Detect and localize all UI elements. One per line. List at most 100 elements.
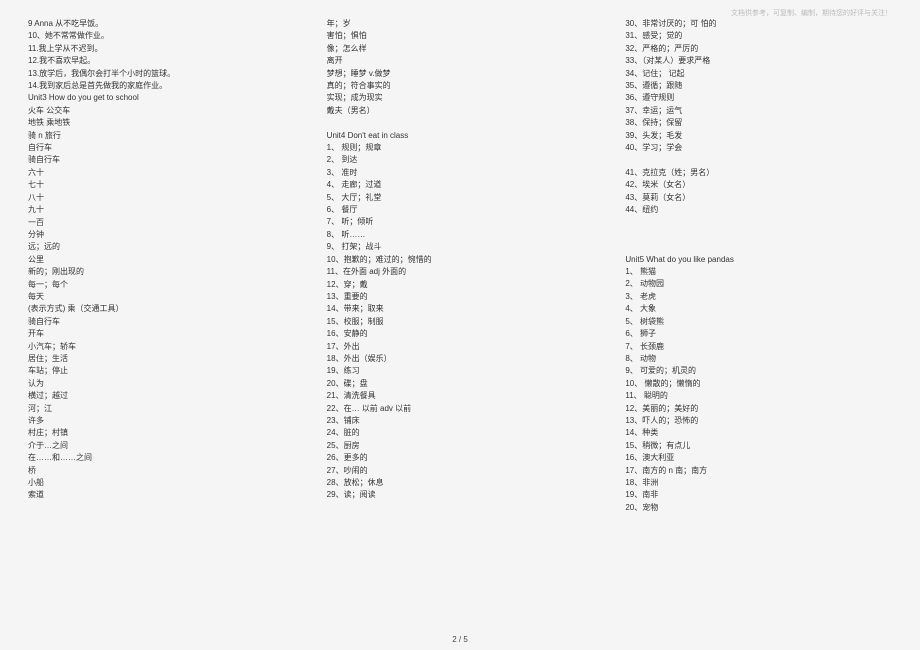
text-line: 开车 bbox=[28, 328, 295, 340]
text-line: 公里 bbox=[28, 254, 295, 266]
text-line: 七十 bbox=[28, 179, 295, 191]
text-line: 41、克拉克（姓；男名） bbox=[625, 167, 892, 179]
text-line: 8、 听…… bbox=[327, 229, 594, 241]
text-line: 5、 树袋熊 bbox=[625, 316, 892, 328]
text-line: 车站；停止 bbox=[28, 365, 295, 377]
text-line: 骑自行车 bbox=[28, 154, 295, 166]
text-line: 23、铺床 bbox=[327, 415, 594, 427]
text-line: 15、稍微；有点儿 bbox=[625, 440, 892, 452]
text-line: Unit5 What do you like pandas bbox=[625, 254, 892, 266]
text-line: 14.我到家后总是首先做我的家庭作业。 bbox=[28, 80, 295, 92]
text-line: 在……和……之间 bbox=[28, 452, 295, 464]
text-line: 34、记住； 记起 bbox=[625, 68, 892, 80]
text-line: 13、吓人的；恐怖的 bbox=[625, 415, 892, 427]
text-line: 17、外出 bbox=[327, 341, 594, 353]
text-line: 40、学习；学会 bbox=[625, 142, 892, 154]
text-line: 火车 公交车 bbox=[28, 105, 295, 117]
text-line: 20、宠物 bbox=[625, 502, 892, 514]
text-line: 2、 到达 bbox=[327, 154, 594, 166]
text-line: 12、美丽的；美好的 bbox=[625, 403, 892, 415]
text-line: 6、 狮子 bbox=[625, 328, 892, 340]
text-line: 每天 bbox=[28, 291, 295, 303]
text-line: 28、放松；休息 bbox=[327, 477, 594, 489]
text-line: 11.我上学从不迟到。 bbox=[28, 43, 295, 55]
text-line: 12.我不喜欢早起。 bbox=[28, 55, 295, 67]
text-line: 一百 bbox=[28, 217, 295, 229]
column-1: 9 Anna 从不吃早饭。10、她不常常做作业。11.我上学从不迟到。12.我不… bbox=[28, 18, 295, 618]
text-line: 戴夫（男名） bbox=[327, 105, 594, 117]
text-line: 12、穿；戴 bbox=[327, 279, 594, 291]
text-line: 37、幸运；运气 bbox=[625, 105, 892, 117]
text-line: 村庄；村镇 bbox=[28, 427, 295, 439]
text-line: Unit4 Don't eat in class bbox=[327, 130, 594, 142]
text-line: 29、读；阅读 bbox=[327, 489, 594, 501]
text-line: 13、重要的 bbox=[327, 291, 594, 303]
text-line: 骑自行车 bbox=[28, 316, 295, 328]
text-line: 19、练习 bbox=[327, 365, 594, 377]
text-line: 21、清洗餐具 bbox=[327, 390, 594, 402]
text-line: 43、莫莉（女名） bbox=[625, 192, 892, 204]
text-line: 4、 走廊；过道 bbox=[327, 179, 594, 191]
text-line: 害怕；惧怕 bbox=[327, 30, 594, 42]
header-note: 文档供参考，可复制、编制，期待您的好评与关注！ bbox=[731, 8, 892, 18]
text-line: 骑 n 旅行 bbox=[28, 130, 295, 142]
text-line: 九十 bbox=[28, 204, 295, 216]
text-line: 10、 懒散的；懒惰的 bbox=[625, 378, 892, 390]
text-line: 16、安静的 bbox=[327, 328, 594, 340]
text-line: 26、更多的 bbox=[327, 452, 594, 464]
text-line: 31、感受；觉的 bbox=[625, 30, 892, 42]
text-line: 22、在… 以前 adv 以前 bbox=[327, 403, 594, 415]
text-line: 许多 bbox=[28, 415, 295, 427]
text-line: 33、（对某人）要求严格 bbox=[625, 55, 892, 67]
text-line: Unit3 How do you get to school bbox=[28, 92, 295, 104]
text-line: 每一；每个 bbox=[28, 279, 295, 291]
text-line: 10、抱歉的；难过的；惋惜的 bbox=[327, 254, 594, 266]
text-line: 6、 餐厅 bbox=[327, 204, 594, 216]
text-line: 小船 bbox=[28, 477, 295, 489]
text-line: 14、种类 bbox=[625, 427, 892, 439]
text-line: 11、在外面 adj 外面的 bbox=[327, 266, 594, 278]
text-line: 25、厨房 bbox=[327, 440, 594, 452]
text-line: 24、脏的 bbox=[327, 427, 594, 439]
text-line: 9 Anna 从不吃早饭。 bbox=[28, 18, 295, 30]
text-line: 真的；符合事实的 bbox=[327, 80, 594, 92]
text-line: 介于…之间 bbox=[28, 440, 295, 452]
text-line: 1、 规则；规章 bbox=[327, 142, 594, 154]
text-line: 小汽车；轿车 bbox=[28, 341, 295, 353]
text-line: 14、带来；取来 bbox=[327, 303, 594, 315]
text-line: 20、碟；盘 bbox=[327, 378, 594, 390]
text-line: 六十 bbox=[28, 167, 295, 179]
text-line: 1、 熊猫 bbox=[625, 266, 892, 278]
text-line: 9、 打架；战斗 bbox=[327, 241, 594, 253]
text-line: 17、南方的 n 南；南方 bbox=[625, 465, 892, 477]
text-line: 认为 bbox=[28, 378, 295, 390]
text-line: 像；怎么样 bbox=[327, 43, 594, 55]
text-line: 39、头发；毛发 bbox=[625, 130, 892, 142]
text-line: 桥 bbox=[28, 465, 295, 477]
text-line: 离开 bbox=[327, 55, 594, 67]
text-line: 44、纽约 bbox=[625, 204, 892, 216]
text-line: 13.放学后，我偶尔会打半个小时的篮球。 bbox=[28, 68, 295, 80]
text-line: 横过；越过 bbox=[28, 390, 295, 402]
text-line: 10、她不常常做作业。 bbox=[28, 30, 295, 42]
text-line: 索道 bbox=[28, 489, 295, 501]
column-3: 30、非常讨厌的；可 怕的31、感受；觉的32、严格的；严厉的33、（对某人）要… bbox=[625, 18, 892, 618]
text-line: 19、南非 bbox=[625, 489, 892, 501]
text-line: 2、 动物园 bbox=[625, 278, 892, 290]
text-line: 35、遵循；跟随 bbox=[625, 80, 892, 92]
text-line: 16、澳大利亚 bbox=[625, 452, 892, 464]
text-line: 42、埃米（女名） bbox=[625, 179, 892, 191]
text-line: 居住；生活 bbox=[28, 353, 295, 365]
text-line: 八十 bbox=[28, 192, 295, 204]
page-number: 2 / 5 bbox=[0, 635, 920, 644]
text-line: 18、外出（娱乐） bbox=[327, 353, 594, 365]
text-line: 8、 动物 bbox=[625, 353, 892, 365]
text-line: 实现；成为现实 bbox=[327, 92, 594, 104]
column-2: 年；岁害怕；惧怕像；怎么样离开梦想；睡梦 v.做梦真的；符合事实的实现；成为现实… bbox=[327, 18, 594, 618]
text-line: 自行车 bbox=[28, 142, 295, 154]
text-line: 15、校服；制服 bbox=[327, 316, 594, 328]
text-line: 3、 准时 bbox=[327, 167, 594, 179]
text-line: 7、 长颈鹿 bbox=[625, 341, 892, 353]
text-line: 3、 老虎 bbox=[625, 291, 892, 303]
text-line: 新的；刚出现的 bbox=[28, 266, 295, 278]
